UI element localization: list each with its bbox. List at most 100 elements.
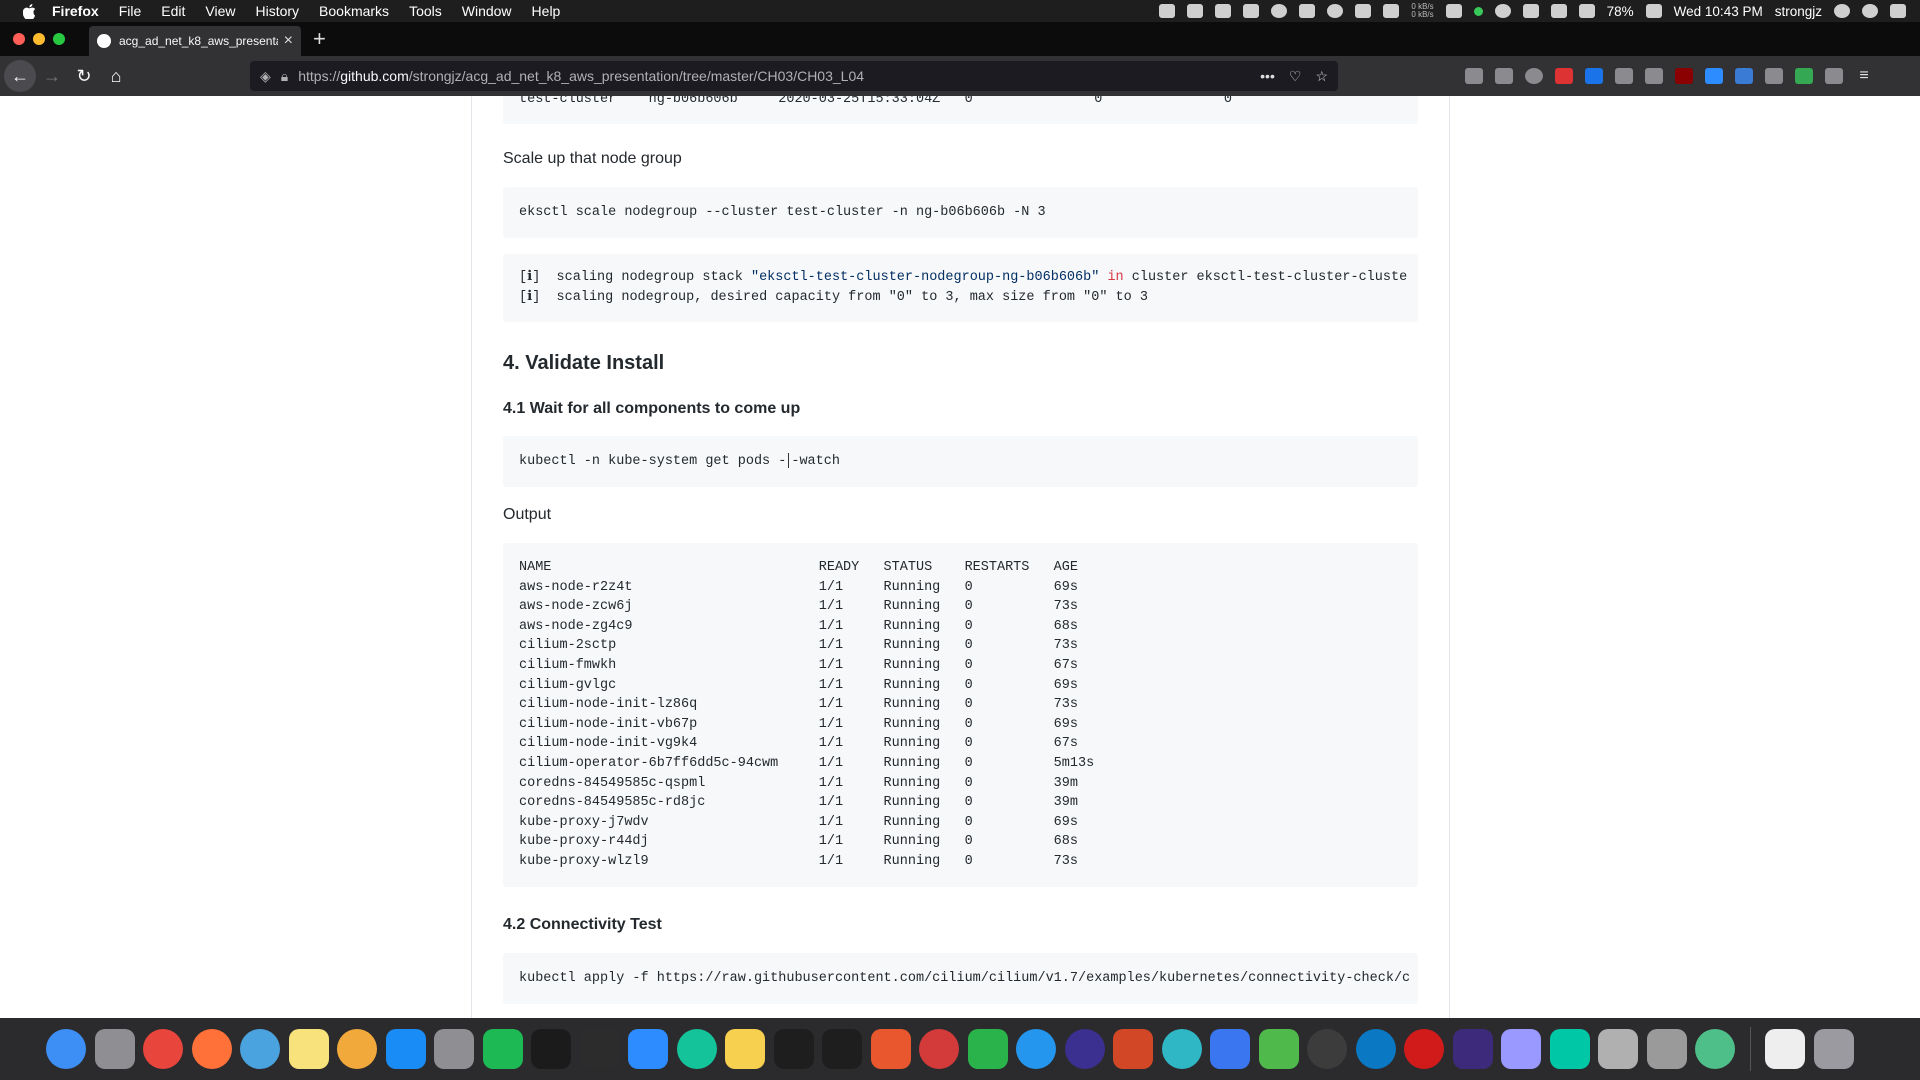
menu-history[interactable]: History <box>255 3 299 19</box>
battery-icon[interactable] <box>1645 4 1662 18</box>
extension-grid-icon[interactable] <box>1765 68 1783 84</box>
terminal-icon[interactable] <box>773 1029 814 1069</box>
chrome-icon[interactable] <box>143 1029 183 1069</box>
time-machine-icon[interactable] <box>1494 4 1511 18</box>
app-icon-6[interactable] <box>1258 1029 1299 1069</box>
app-icon-4[interactable] <box>1064 1029 1105 1069</box>
notes-icon[interactable] <box>288 1029 329 1069</box>
extension-cloud-icon[interactable] <box>1615 68 1633 84</box>
account-icon[interactable] <box>1525 68 1543 84</box>
extension-recycle-icon[interactable] <box>1825 68 1843 84</box>
powerpoint-icon[interactable] <box>1113 1029 1153 1069</box>
sidebar-icon[interactable] <box>1495 68 1513 84</box>
signal-icon[interactable] <box>1210 1029 1250 1069</box>
hamburger-menu-icon[interactable]: ≡ <box>1855 68 1873 84</box>
tweetbot-icon[interactable] <box>240 1029 280 1069</box>
app-icon-11[interactable] <box>1646 1029 1687 1069</box>
menu-help[interactable]: Help <box>532 3 561 19</box>
github-favicon-icon <box>97 34 111 48</box>
reload-button-icon[interactable]: ↻ <box>68 60 100 92</box>
menu-tools[interactable]: Tools <box>409 3 442 19</box>
premiere-icon[interactable] <box>1501 1029 1541 1069</box>
trash-icon[interactable] <box>1813 1029 1854 1069</box>
cloud-status-icon[interactable] <box>1327 4 1344 18</box>
app-icon-2[interactable] <box>919 1029 959 1069</box>
notification-center-icon[interactable] <box>1890 4 1906 18</box>
docker-status-icon[interactable] <box>1159 4 1176 18</box>
user-name[interactable]: strongjz <box>1775 4 1822 19</box>
library-icon[interactable] <box>1465 68 1483 84</box>
zoom-window-button[interactable] <box>53 33 65 45</box>
app-icon-8[interactable] <box>1404 1029 1444 1069</box>
clock[interactable]: Wed 10:43 PM <box>1674 4 1763 19</box>
app-icon-1[interactable] <box>870 1029 911 1069</box>
extension-s-icon[interactable] <box>1585 68 1603 84</box>
siri-icon[interactable] <box>1862 4 1878 18</box>
back-button-icon[interactable]: ← <box>4 60 36 92</box>
bookmark-star-icon[interactable]: ☆ <box>1315 68 1328 85</box>
docker-icon[interactable] <box>1016 1029 1056 1069</box>
pods-output-code: NAME READY STATUS RESTARTS AGE aws-node-… <box>503 543 1418 887</box>
lock-icon[interactable]: 🔒︎ <box>281 68 288 85</box>
system-preferences-icon[interactable] <box>434 1029 474 1069</box>
tracking-protection-icon[interactable]: ◈ <box>260 68 271 85</box>
zoom-extension-icon[interactable] <box>1705 68 1723 84</box>
goland-icon[interactable] <box>579 1029 620 1069</box>
app-icon-10[interactable] <box>1598 1029 1638 1069</box>
clock-app-status-icon[interactable] <box>1271 4 1288 18</box>
launchpad-icon[interactable] <box>94 1029 135 1069</box>
menu-meter-icon[interactable] <box>1445 4 1462 18</box>
menu-view[interactable]: View <box>205 3 235 19</box>
activity-monitor-icon[interactable] <box>822 1029 862 1069</box>
app-icon-12[interactable] <box>1695 1029 1735 1069</box>
bulb-icon[interactable] <box>725 1029 765 1069</box>
volume-icon[interactable] <box>1578 4 1595 18</box>
intellij-icon[interactable] <box>531 1029 571 1069</box>
close-window-button[interactable] <box>13 33 25 45</box>
menu-window[interactable]: Window <box>462 3 512 19</box>
battery-percent[interactable]: 78% <box>1607 4 1634 19</box>
extension-google-icon[interactable] <box>1795 68 1813 84</box>
ublock-icon[interactable] <box>1675 68 1693 84</box>
page-actions-icon[interactable]: ••• <box>1260 68 1275 85</box>
menu-app-name[interactable]: Firefox <box>52 3 99 19</box>
menu-file[interactable]: File <box>119 3 142 19</box>
document-icon[interactable] <box>1765 1029 1805 1069</box>
menu-bookmarks[interactable]: Bookmarks <box>319 3 389 19</box>
messages-status-icon[interactable] <box>1243 4 1260 18</box>
minimize-window-button[interactable] <box>33 33 45 45</box>
obs-icon[interactable] <box>1307 1029 1347 1069</box>
zoom-icon[interactable] <box>628 1029 668 1069</box>
tab-active[interactable]: acg_ad_net_k8_aws_presentatio × <box>89 26 301 56</box>
forward-button-icon[interactable]: → <box>36 60 68 92</box>
app-icon-5[interactable] <box>1161 1029 1202 1069</box>
apple-logo-icon[interactable] <box>20 3 38 19</box>
extension-dark-icon[interactable] <box>1645 68 1663 84</box>
spotlight-icon[interactable] <box>1834 4 1850 18</box>
plus-status-icon[interactable] <box>1355 4 1372 18</box>
firefox-icon[interactable] <box>191 1029 232 1069</box>
app-icon-7[interactable] <box>1355 1029 1396 1069</box>
home-button-icon[interactable]: ⌂ <box>100 60 132 92</box>
extension-red-icon[interactable] <box>1555 68 1573 84</box>
wifi-icon[interactable] <box>1550 4 1567 18</box>
vpn-status-icon[interactable] <box>1299 4 1316 18</box>
app-icon-9[interactable] <box>1452 1029 1493 1069</box>
evernote-status-icon[interactable] <box>1215 4 1232 18</box>
glasses-status-icon[interactable] <box>1383 4 1400 18</box>
spotify-icon[interactable] <box>482 1029 523 1069</box>
close-tab-icon[interactable]: × <box>284 32 293 50</box>
finder-icon[interactable] <box>46 1029 86 1069</box>
menu-edit[interactable]: Edit <box>161 3 185 19</box>
new-tab-icon[interactable]: + <box>313 26 326 52</box>
pocket-icon[interactable]: ♡ <box>1289 68 1302 85</box>
grammarly-icon[interactable] <box>676 1029 717 1069</box>
audition-icon[interactable] <box>1549 1029 1590 1069</box>
photos-icon[interactable] <box>337 1029 377 1069</box>
extension-blue-icon[interactable] <box>1735 68 1753 84</box>
bluetooth-icon[interactable] <box>1522 4 1539 18</box>
app-icon-3[interactable] <box>967 1029 1008 1069</box>
screenshot-status-icon[interactable] <box>1187 4 1204 18</box>
app-store-icon[interactable] <box>385 1029 426 1069</box>
url-bar[interactable]: ◈ 🔒︎ https://github.com/strongjz/acg_ad_… <box>250 61 1338 91</box>
